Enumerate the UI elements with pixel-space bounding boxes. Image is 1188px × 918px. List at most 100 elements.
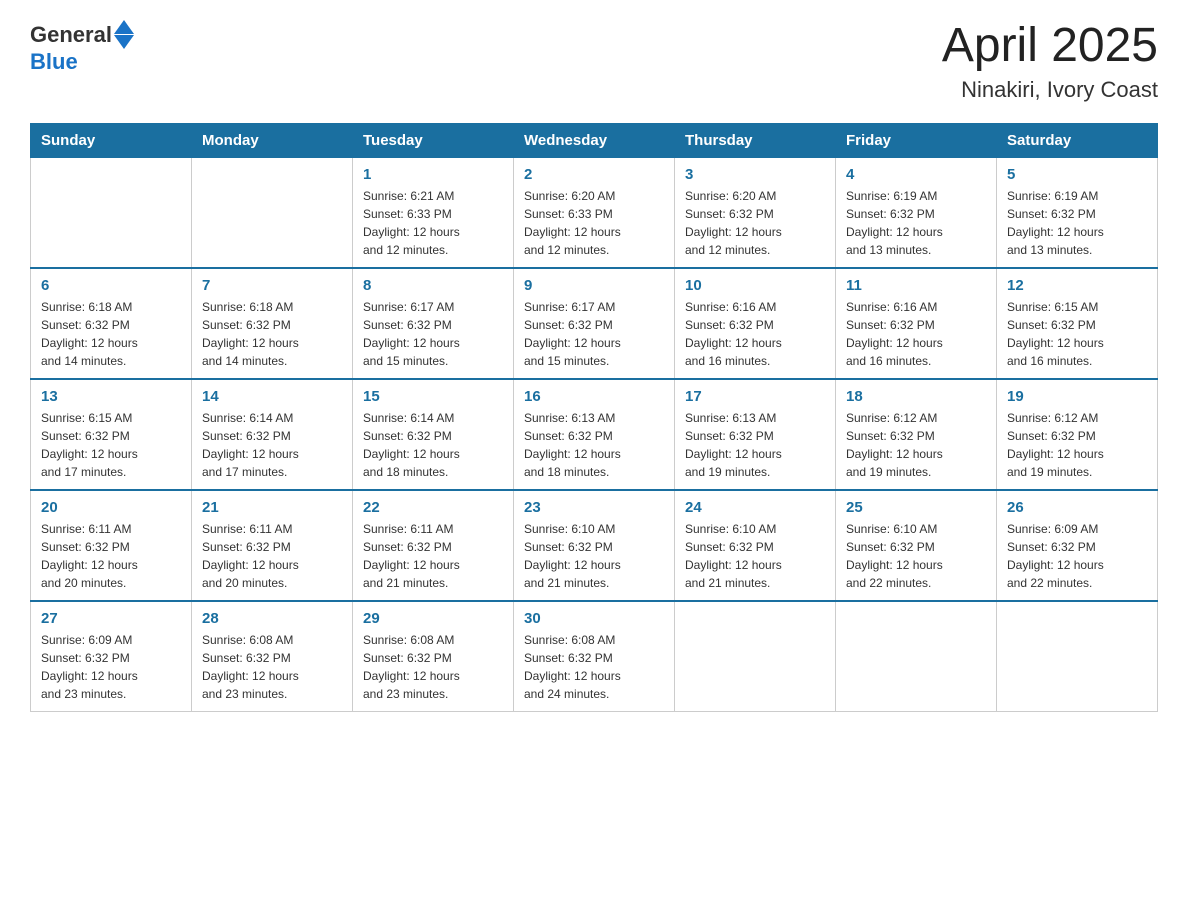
day-number: 21: [202, 499, 342, 516]
logo-blue-text: Blue: [30, 49, 78, 75]
day-info: Sunrise: 6:17 AMSunset: 6:32 PMDaylight:…: [363, 298, 503, 370]
day-number: 3: [685, 166, 825, 183]
day-info: Sunrise: 6:11 AMSunset: 6:32 PMDaylight:…: [41, 520, 181, 592]
calendar-day-cell: 2Sunrise: 6:20 AMSunset: 6:33 PMDaylight…: [514, 157, 675, 268]
day-number: 8: [363, 277, 503, 294]
calendar-day-cell: 25 Sunrise: 6:10 AMSunset: 6:32 PMDayligh…: [836, 490, 997, 601]
day-of-week-header: Sunday: [31, 123, 192, 157]
day-of-week-header: Wednesday: [514, 123, 675, 157]
day-number: 20: [41, 499, 181, 516]
calendar-day-cell: 20 Sunrise: 6:11 AMSunset: 6:32 PMDayligh…: [31, 490, 192, 601]
day-number: 30: [524, 610, 664, 627]
calendar-day-cell: 6 Sunrise: 6:18 AMSunset: 6:32 PMDaylight…: [31, 268, 192, 379]
day-number: 29: [363, 610, 503, 627]
day-info: Sunrise: 6:18 AMSunset: 6:32 PMDaylight:…: [41, 298, 181, 370]
day-info: Sunrise: 6:15 AMSunset: 6:32 PMDaylight:…: [1007, 298, 1147, 370]
calendar-day-cell: 17 Sunrise: 6:13 AMSunset: 6:32 PMDayligh…: [675, 379, 836, 490]
calendar-day-cell: [192, 157, 353, 268]
day-info: Sunrise: 6:16 AMSunset: 6:32 PMDaylight:…: [685, 298, 825, 370]
day-number: 1: [363, 166, 503, 183]
calendar-week-row: 6 Sunrise: 6:18 AMSunset: 6:32 PMDaylight…: [31, 268, 1158, 379]
calendar-day-cell: 16 Sunrise: 6:13 AMSunset: 6:32 PMDayligh…: [514, 379, 675, 490]
day-of-week-header: Thursday: [675, 123, 836, 157]
day-number: 25: [846, 499, 986, 516]
calendar-day-cell: [675, 601, 836, 712]
day-info: Sunrise: 6:18 AMSunset: 6:32 PMDaylight:…: [202, 298, 342, 370]
day-info: Sunrise: 6:15 AMSunset: 6:32 PMDaylight:…: [41, 409, 181, 481]
day-number: 15: [363, 388, 503, 405]
calendar-day-cell: 11Sunrise: 6:16 AMSunset: 6:32 PMDayligh…: [836, 268, 997, 379]
calendar-week-row: 13 Sunrise: 6:15 AMSunset: 6:32 PMDayligh…: [31, 379, 1158, 490]
day-number: 23: [524, 499, 664, 516]
day-info: Sunrise: 6:09 AMSunset: 6:32 PMDaylight:…: [41, 631, 181, 703]
calendar-day-cell: 3 Sunrise: 6:20 AMSunset: 6:32 PMDaylight…: [675, 157, 836, 268]
calendar-day-cell: [31, 157, 192, 268]
day-info: Sunrise: 6:10 AMSunset: 6:32 PMDaylight:…: [524, 520, 664, 592]
calendar-day-cell: 29 Sunrise: 6:08 AMSunset: 6:32 PMDayligh…: [353, 601, 514, 712]
calendar-location: Ninakiri, Ivory Coast: [942, 77, 1158, 103]
day-info: Sunrise: 6:13 AMSunset: 6:32 PMDaylight:…: [524, 409, 664, 481]
day-number: 28: [202, 610, 342, 627]
calendar-day-cell: 21 Sunrise: 6:11 AMSunset: 6:32 PMDayligh…: [192, 490, 353, 601]
day-info: Sunrise: 6:19 AMSunset: 6:32 PMDaylight:…: [846, 187, 986, 259]
day-number: 14: [202, 388, 342, 405]
page-header: General Blue April 2025 Ninakiri, Ivory …: [30, 20, 1158, 103]
day-info: Sunrise: 6:10 AMSunset: 6:32 PMDaylight:…: [846, 520, 986, 592]
calendar-header-row: SundayMondayTuesdayWednesdayThursdayFrid…: [31, 123, 1158, 157]
calendar-table: SundayMondayTuesdayWednesdayThursdayFrid…: [30, 123, 1158, 712]
calendar-title: April 2025: [942, 20, 1158, 73]
day-number: 24: [685, 499, 825, 516]
day-info: Sunrise: 6:12 AMSunset: 6:32 PMDaylight:…: [846, 409, 986, 481]
day-info: Sunrise: 6:19 AMSunset: 6:32 PMDaylight:…: [1007, 187, 1147, 259]
day-number: 26: [1007, 499, 1147, 516]
calendar-day-cell: 23 Sunrise: 6:10 AMSunset: 6:32 PMDayligh…: [514, 490, 675, 601]
calendar-day-cell: 7 Sunrise: 6:18 AMSunset: 6:32 PMDaylight…: [192, 268, 353, 379]
day-info: Sunrise: 6:08 AMSunset: 6:32 PMDaylight:…: [202, 631, 342, 703]
calendar-day-cell: 28 Sunrise: 6:08 AMSunset: 6:32 PMDayligh…: [192, 601, 353, 712]
day-of-week-header: Tuesday: [353, 123, 514, 157]
day-info: Sunrise: 6:09 AMSunset: 6:32 PMDaylight:…: [1007, 520, 1147, 592]
day-info: Sunrise: 6:08 AMSunset: 6:32 PMDaylight:…: [363, 631, 503, 703]
title-block: April 2025 Ninakiri, Ivory Coast: [942, 20, 1158, 103]
calendar-day-cell: 9 Sunrise: 6:17 AMSunset: 6:32 PMDaylight…: [514, 268, 675, 379]
day-info: Sunrise: 6:13 AMSunset: 6:32 PMDaylight:…: [685, 409, 825, 481]
day-info: Sunrise: 6:11 AMSunset: 6:32 PMDaylight:…: [202, 520, 342, 592]
calendar-day-cell: 19 Sunrise: 6:12 AMSunset: 6:32 PMDayligh…: [997, 379, 1158, 490]
day-number: 27: [41, 610, 181, 627]
day-number: 12: [1007, 277, 1147, 294]
calendar-day-cell: 15Sunrise: 6:14 AMSunset: 6:32 PMDayligh…: [353, 379, 514, 490]
calendar-day-cell: 24 Sunrise: 6:10 AMSunset: 6:32 PMDayligh…: [675, 490, 836, 601]
day-number: 11: [846, 277, 986, 294]
calendar-week-row: 20 Sunrise: 6:11 AMSunset: 6:32 PMDayligh…: [31, 490, 1158, 601]
calendar-day-cell: 13 Sunrise: 6:15 AMSunset: 6:32 PMDayligh…: [31, 379, 192, 490]
calendar-day-cell: 27 Sunrise: 6:09 AMSunset: 6:32 PMDayligh…: [31, 601, 192, 712]
day-info: Sunrise: 6:08 AMSunset: 6:32 PMDaylight:…: [524, 631, 664, 703]
day-info: Sunrise: 6:10 AMSunset: 6:32 PMDaylight:…: [685, 520, 825, 592]
day-info: Sunrise: 6:21 AMSunset: 6:33 PMDaylight:…: [363, 187, 503, 259]
day-number: 10: [685, 277, 825, 294]
day-info: Sunrise: 6:12 AMSunset: 6:32 PMDaylight:…: [1007, 409, 1147, 481]
day-number: 5: [1007, 166, 1147, 183]
day-number: 13: [41, 388, 181, 405]
calendar-day-cell: 5 Sunrise: 6:19 AMSunset: 6:32 PMDaylight…: [997, 157, 1158, 268]
day-number: 6: [41, 277, 181, 294]
day-of-week-header: Monday: [192, 123, 353, 157]
day-info: Sunrise: 6:14 AMSunset: 6:32 PMDaylight:…: [202, 409, 342, 481]
calendar-day-cell: [836, 601, 997, 712]
calendar-day-cell: 22Sunrise: 6:11 AMSunset: 6:32 PMDayligh…: [353, 490, 514, 601]
day-number: 16: [524, 388, 664, 405]
day-number: 17: [685, 388, 825, 405]
day-number: 9: [524, 277, 664, 294]
calendar-week-row: 27 Sunrise: 6:09 AMSunset: 6:32 PMDayligh…: [31, 601, 1158, 712]
logo: General Blue: [30, 20, 134, 75]
calendar-day-cell: 26 Sunrise: 6:09 AMSunset: 6:32 PMDayligh…: [997, 490, 1158, 601]
calendar-day-cell: 18 Sunrise: 6:12 AMSunset: 6:32 PMDayligh…: [836, 379, 997, 490]
day-info: Sunrise: 6:17 AMSunset: 6:32 PMDaylight:…: [524, 298, 664, 370]
day-number: 7: [202, 277, 342, 294]
day-number: 18: [846, 388, 986, 405]
calendar-day-cell: 4Sunrise: 6:19 AMSunset: 6:32 PMDaylight…: [836, 157, 997, 268]
calendar-day-cell: 10 Sunrise: 6:16 AMSunset: 6:32 PMDayligh…: [675, 268, 836, 379]
calendar-day-cell: 8 Sunrise: 6:17 AMSunset: 6:32 PMDaylight…: [353, 268, 514, 379]
day-info: Sunrise: 6:20 AMSunset: 6:32 PMDaylight:…: [685, 187, 825, 259]
day-number: 19: [1007, 388, 1147, 405]
